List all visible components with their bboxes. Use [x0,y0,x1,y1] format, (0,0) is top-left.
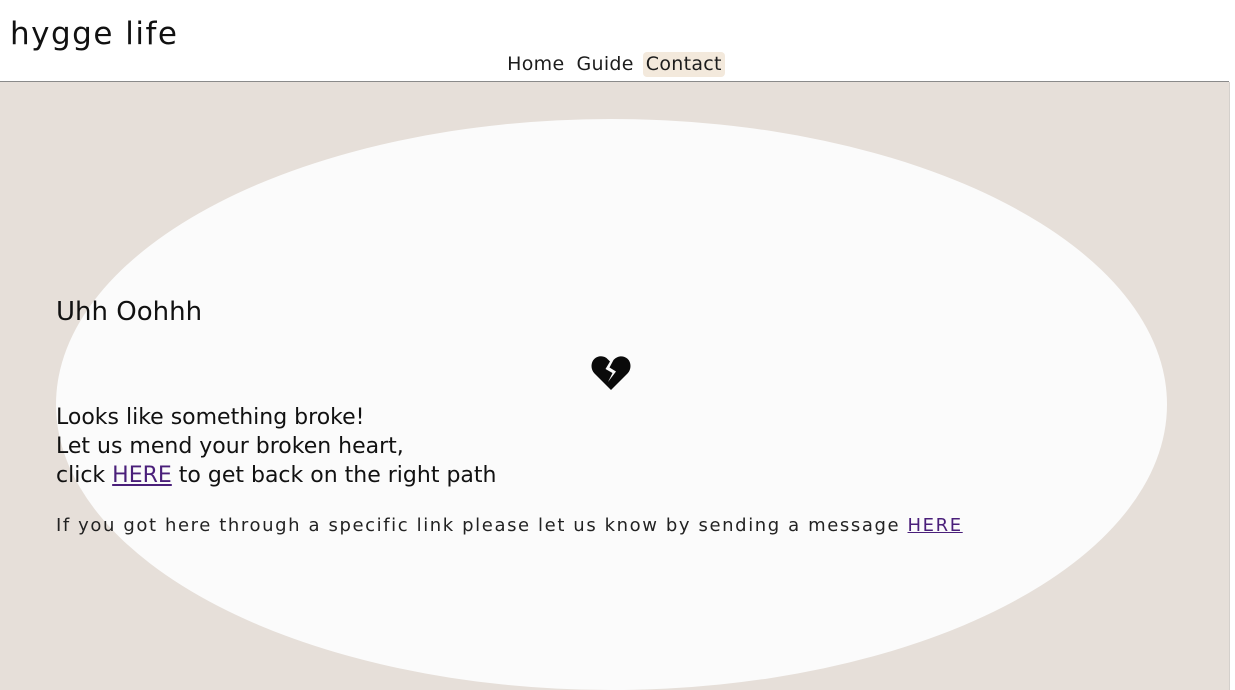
contact-here-link[interactable]: HERE [908,515,963,536]
error-note: If you got here through a specific link … [56,514,1167,538]
broken-heart-icon [591,356,631,390]
error-note-text: If you got here through a specific link … [56,515,908,536]
error-title: Uhh Oohhh [56,297,203,327]
main-area: Uhh Oohhh Looks like something broke! Le… [0,82,1230,690]
error-line-1: Looks like something broke! [56,405,365,430]
error-line-3-before: click [56,463,113,488]
site-header: hygge life Home Guide Contact [0,0,1229,82]
site-logo[interactable]: hygge life [10,14,179,54]
error-card: Uhh Oohhh Looks like something broke! Le… [56,119,1167,690]
nav-guide-link[interactable]: Guide [573,52,636,77]
nav-home-link[interactable]: Home [504,52,567,77]
error-line-2: Let us mend your broken heart, [56,434,404,459]
main-nav: Home Guide Contact [0,52,1229,77]
error-message: Looks like something broke! Let us mend … [56,403,1167,490]
nav-contact-link[interactable]: Contact [642,52,725,77]
error-line-3-after: to get back on the right path [171,463,497,488]
home-here-link[interactable]: HERE [112,463,172,488]
